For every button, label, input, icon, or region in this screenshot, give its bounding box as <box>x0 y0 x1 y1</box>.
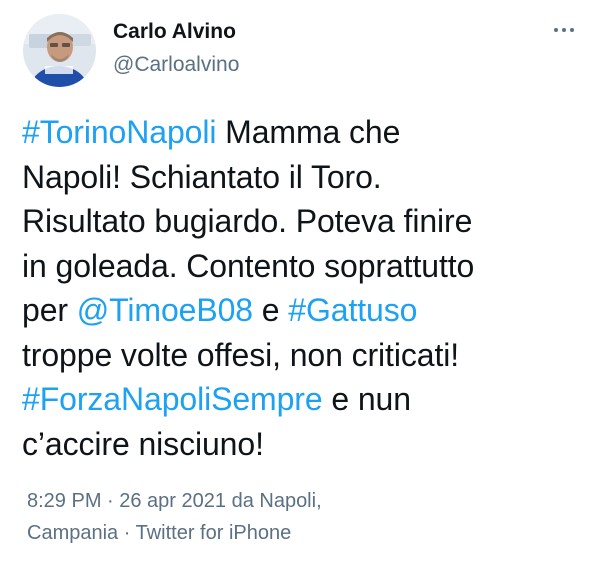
tweet-text-segment: Risultato bugiardo. Poteva finire <box>22 203 473 239</box>
tweet-text-line: #TorinoNapoli Mamma che <box>22 110 592 155</box>
more-horizontal-icon <box>554 28 558 32</box>
tweet-text-line: c’accire nisciuno! <box>22 422 592 467</box>
tweet-text-line: per @TimoeB08 e #Gattuso <box>22 288 592 333</box>
author-name[interactable]: Carlo Alvino <box>113 20 236 44</box>
tweet-text-segment: e nun <box>322 381 411 417</box>
tweet-text-segment: per <box>22 292 77 328</box>
tweet-text: #TorinoNapoli Mamma che Napoli! Schiantat… <box>22 110 592 466</box>
tweet-text-line: #ForzaNapoliSempre e nun <box>22 377 592 422</box>
tweet-timestamp[interactable]: 8:29 PM · 26 apr 2021 da Napoli, <box>27 485 322 517</box>
mention-link[interactable]: @TimoeB08 <box>77 292 253 328</box>
tweet-location-source: Campania · Twitter for iPhone <box>27 517 322 549</box>
tweet-text-segment: e <box>253 292 289 328</box>
avatar-image <box>23 14 96 87</box>
tweet-text-segment: Napoli! Schiantato il Toro. <box>22 158 382 195</box>
tweet-text-line: Risultato bugiardo. Poteva finire <box>22 199 592 244</box>
tweet-text-segment: c’accire nisciuno! <box>22 425 264 462</box>
meta-separator: · <box>118 522 136 544</box>
hashtag-link[interactable]: #ForzaNapoliSempre <box>22 381 323 417</box>
tweet-text-segment: Mamma che <box>216 114 401 150</box>
more-options-button[interactable] <box>546 18 582 42</box>
tweet-source-link[interactable]: Twitter for iPhone <box>136 522 292 544</box>
tweet-text-segment: in goleada. Contento soprattutto <box>22 247 475 284</box>
hashtag-link[interactable]: #TorinoNapoli <box>22 114 216 150</box>
tweet-card: Carlo Alvino @Carloalvino #TorinoNapoli … <box>0 0 600 570</box>
tweet-location: Campania <box>27 522 119 544</box>
tweet-text-segment: troppe volte offesi, non criticati! <box>22 336 460 373</box>
avatar[interactable] <box>23 14 96 87</box>
more-horizontal-icon-dot <box>562 28 566 32</box>
hashtag-link[interactable]: #Gattuso <box>288 292 417 328</box>
tweet-text-line: Napoli! Schiantato il Toro. <box>22 155 592 200</box>
author-handle[interactable]: @Carloalvino <box>113 53 239 77</box>
more-horizontal-icon-dot <box>570 28 574 32</box>
tweet-meta: 8:29 PM · 26 apr 2021 da Napoli, Campani… <box>27 485 322 549</box>
tweet-text-line: troppe volte offesi, non criticati! <box>22 333 592 378</box>
tweet-text-line: in goleada. Contento soprattutto <box>22 244 592 289</box>
